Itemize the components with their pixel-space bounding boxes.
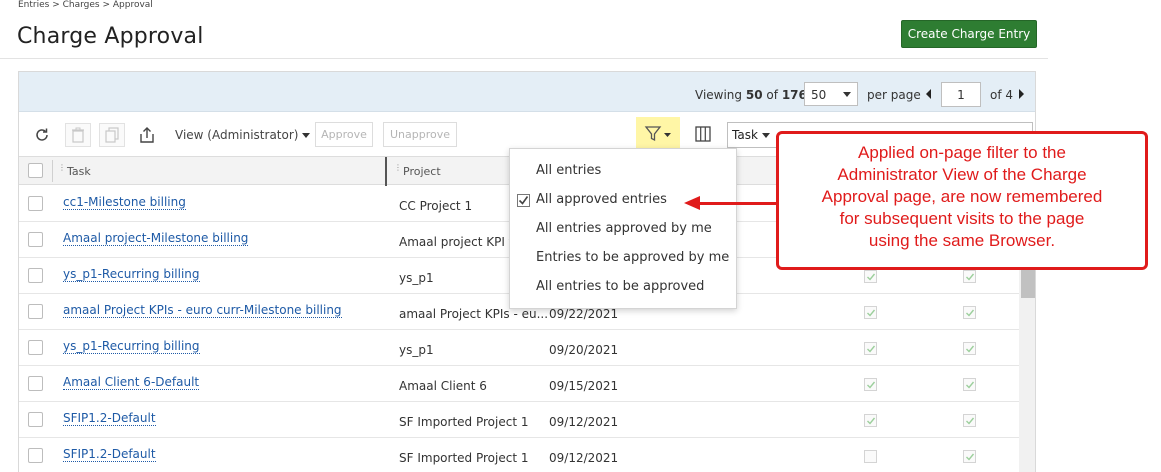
filter-option-to-be-approved-by-me[interactable]: Entries to be approved by me	[536, 250, 729, 265]
pager-bar: Viewing 50 of 176 50 per page 1 of 4	[19, 72, 1035, 112]
filter-option-to-be-approved[interactable]: All entries to be approved	[536, 279, 704, 294]
filter-option-all-approved[interactable]: All approved entries	[536, 192, 667, 207]
callout-line: Approval page, are now remembered	[821, 187, 1103, 206]
task-link[interactable]: SFIP1.2-Default	[63, 447, 156, 462]
view-dropdown[interactable]: View (Administrator)	[175, 128, 311, 142]
project-cell: ys_p1	[399, 271, 434, 285]
date-cell: 09/12/2021	[549, 451, 619, 465]
callout-line: for subsequent visits to the page	[839, 209, 1085, 228]
row-checkbox[interactable]	[28, 232, 43, 247]
viewing-summary: Viewing 50 of 176	[695, 88, 807, 102]
approved-check-icon	[963, 378, 976, 391]
project-cell: SF Imported Project 1	[399, 415, 529, 429]
filter-menu: All entries All approved entries All ent…	[509, 148, 737, 309]
column-resize-handle[interactable]	[385, 157, 387, 186]
task-link[interactable]: amaal Project KPIs - euro curr-Milestone…	[63, 303, 342, 318]
approved-check-icon	[963, 414, 976, 427]
export-icon[interactable]	[134, 123, 160, 147]
annotation-arrow	[698, 202, 778, 205]
drag-handle-icon[interactable]: ⋮	[58, 164, 66, 172]
select-all-checkbox[interactable]	[28, 163, 43, 178]
callout-line: using the same Browser.	[868, 231, 1056, 250]
viewing-of-label: of	[766, 88, 778, 102]
page-title: Charge Approval	[17, 24, 204, 49]
annotation-callout: Applied on-page filter to the Administra…	[776, 131, 1148, 270]
column-separator	[52, 160, 53, 182]
project-cell: Amaal project KPI te	[399, 235, 521, 249]
filter-option-approved-by-me[interactable]: All entries approved by me	[536, 221, 712, 236]
columns-icon[interactable]	[695, 126, 711, 146]
view-dropdown-label: View (Administrator)	[175, 128, 299, 142]
task-link[interactable]: Amaal Client 6-Default	[63, 375, 200, 390]
chevron-down-icon	[302, 133, 311, 138]
column-header-project[interactable]: Project	[403, 165, 441, 178]
viewing-count: 50	[745, 88, 763, 102]
approved-check-icon	[963, 342, 976, 355]
task-link[interactable]: Amaal project-Milestone billing	[63, 231, 249, 246]
chevron-down-icon	[843, 92, 851, 97]
refresh-icon[interactable]	[29, 123, 55, 147]
column-header-task[interactable]: Task	[67, 165, 91, 178]
row-checkbox[interactable]	[28, 196, 43, 211]
date-cell: 09/20/2021	[549, 343, 619, 357]
date-cell: 09/15/2021	[549, 379, 619, 393]
selected-checkbox-icon	[517, 194, 530, 207]
next-page-icon[interactable]	[1019, 89, 1024, 99]
approved-check-icon	[864, 414, 877, 427]
task-link[interactable]: ys_p1-Recurring billing	[63, 339, 200, 354]
drag-handle-icon[interactable]: ⋮	[394, 164, 402, 172]
search-field-label: Task	[732, 128, 758, 142]
row-checkbox[interactable]	[28, 448, 43, 463]
unapprove-button[interactable]: Unapprove	[383, 122, 457, 147]
task-link[interactable]: cc1-Milestone billing	[63, 195, 186, 210]
copy-icon[interactable]	[99, 123, 125, 147]
row-checkbox[interactable]	[28, 340, 43, 355]
project-cell: SF Imported Project 1	[399, 451, 529, 465]
row-checkbox[interactable]	[28, 376, 43, 391]
create-charge-entry-button[interactable]: Create Charge Entry	[901, 20, 1037, 48]
callout-line: Administrator View of the Charge	[837, 165, 1087, 184]
page-count-label: of 4	[990, 88, 1014, 102]
viewing-label: Viewing	[695, 88, 743, 102]
annotation-arrow-head	[684, 196, 700, 210]
breadcrumb[interactable]: Entries > Charges > Approval	[18, 0, 153, 10]
approved-check-icon	[963, 306, 976, 319]
task-link[interactable]: SFIP1.2-Default	[63, 411, 156, 426]
table-row[interactable]: Amaal Client 6-Default Amaal Client 6 09/1…	[19, 366, 1019, 402]
approved-check-icon	[963, 450, 976, 463]
chevron-down-icon	[761, 133, 770, 138]
trash-icon[interactable]	[65, 123, 91, 147]
date-cell: 09/12/2021	[549, 415, 619, 429]
unchecked-box	[864, 450, 877, 463]
date-cell: 09/22/2021	[549, 307, 619, 321]
project-cell: amaal Project KPIs - eu...	[399, 307, 549, 321]
approved-check-icon	[864, 342, 877, 355]
approved-check-icon	[864, 270, 877, 283]
page-number-input[interactable]: 1	[941, 82, 981, 107]
table-row[interactable]: SFIP1.2-Default SF Imported Project 1 09/1…	[19, 402, 1019, 438]
project-cell: CC Project 1	[399, 199, 473, 213]
table-row[interactable]: ys_p1-Recurring billing ys_p1 09/20/2021	[19, 330, 1019, 366]
filter-option-all-entries[interactable]: All entries	[536, 163, 601, 178]
row-checkbox[interactable]	[28, 268, 43, 283]
table-row[interactable]: SFIP1.2-Default SF Imported Project 1 09/1…	[19, 438, 1019, 472]
approve-button[interactable]: Approve	[315, 122, 373, 147]
approved-check-icon	[864, 306, 877, 319]
row-checkbox[interactable]	[28, 304, 43, 319]
approved-check-icon	[963, 270, 976, 283]
approved-check-icon	[864, 378, 877, 391]
project-cell: ys_p1	[399, 343, 434, 357]
callout-line: Applied on-page filter to the	[858, 143, 1066, 162]
task-link[interactable]: ys_p1-Recurring billing	[63, 267, 200, 282]
per-page-select[interactable]: 50	[804, 82, 858, 106]
per-page-label: per page	[867, 88, 921, 102]
filter-icon	[644, 126, 671, 142]
previous-page-icon[interactable]	[926, 89, 931, 99]
row-checkbox[interactable]	[28, 412, 43, 427]
project-cell: Amaal Client 6	[399, 379, 487, 393]
header-divider	[0, 58, 1048, 59]
filter-button[interactable]	[636, 117, 680, 151]
search-field-select[interactable]: Task	[732, 128, 770, 142]
per-page-value: 50	[811, 88, 827, 102]
